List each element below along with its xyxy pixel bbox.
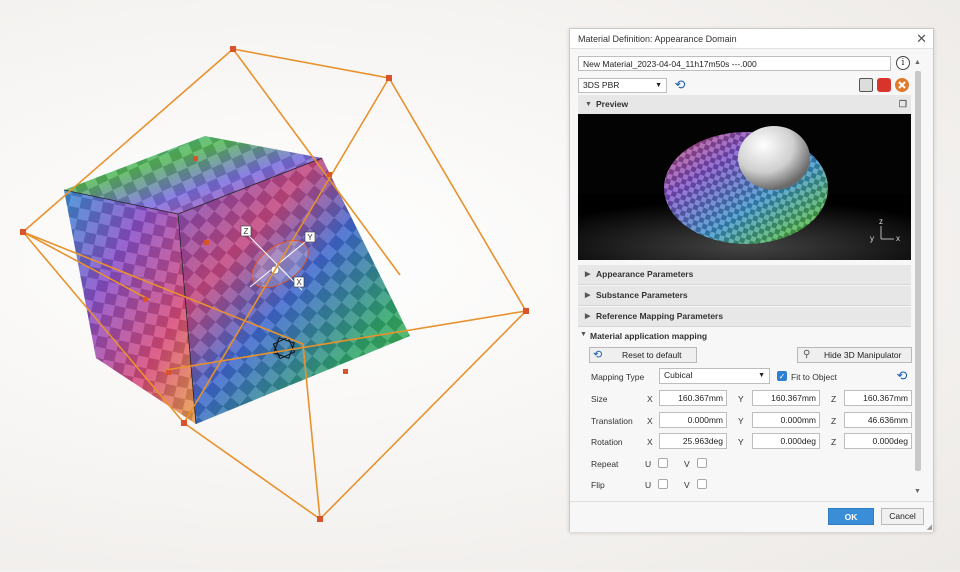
- flip-v-label: V: [684, 480, 690, 490]
- render-settings-icon[interactable]: [859, 78, 873, 92]
- resize-grip-icon[interactable]: ◢: [927, 523, 932, 531]
- size-y-axis: Y: [738, 394, 744, 404]
- section-expand-icon: ▶: [585, 292, 591, 299]
- repeat-u-label: U: [645, 459, 652, 469]
- detach-icon[interactable]: ❐: [899, 95, 907, 114]
- substance-icon[interactable]: [877, 78, 891, 92]
- scroll-thumb[interactable]: [915, 71, 921, 471]
- scroll-down-arrow-icon[interactable]: ▼: [914, 488, 921, 495]
- scroll-up-arrow-icon[interactable]: ▲: [914, 59, 921, 66]
- dialog-title-bar[interactable]: Material Definition: Appearance Domain ✕: [570, 29, 933, 49]
- translation-x-axis: X: [647, 416, 653, 426]
- appearance-parameters-header[interactable]: ▶ Appearance Parameters: [578, 265, 911, 285]
- hide-3d-manipulator-button[interactable]: ⚲ Hide 3D Manipulator: [797, 347, 912, 363]
- size-y-field[interactable]: 160.367mm: [752, 390, 820, 406]
- reset-to-default-label: Reset to default: [622, 350, 682, 360]
- preview-y-axis-label: y: [870, 234, 874, 243]
- section-expand-icon: ▶: [585, 271, 591, 278]
- reference-mapping-header[interactable]: ▶ Reference Mapping Parameters: [578, 307, 911, 327]
- chevron-down-icon: ▼: [758, 372, 765, 379]
- translation-z-field[interactable]: 46.636mm: [844, 412, 912, 428]
- renderer-select-value: 3DS PBR: [583, 80, 620, 90]
- mapping-type-value: Cubical: [664, 370, 693, 380]
- preview-section-header[interactable]: ▼ Preview ❐: [578, 95, 911, 115]
- section-collapse-icon: ▼: [580, 331, 587, 338]
- substance-parameters-label: Substance Parameters: [596, 290, 688, 300]
- dialog-footer: OK Cancel ◢: [570, 501, 933, 532]
- flip-label: Flip: [591, 480, 605, 490]
- reset-to-default-button[interactable]: ⟲ Reset to default: [589, 347, 697, 363]
- rotation-label: Rotation: [591, 437, 623, 447]
- section-collapse-icon: ▼: [585, 101, 592, 108]
- undo-icon[interactable]: ⟲: [895, 369, 909, 383]
- renderer-select[interactable]: 3DS PBR ▼: [578, 78, 667, 93]
- manipulator-x-label: X: [296, 278, 302, 287]
- material-name-field[interactable]: New Material_2023-04-04_11h17m50s ---.00…: [578, 56, 891, 71]
- rotation-y-axis: Y: [738, 437, 744, 447]
- preview-z-axis-label: z: [879, 217, 883, 226]
- appearance-parameters-label: Appearance Parameters: [596, 269, 694, 279]
- fit-to-object-label: Fit to Object: [791, 372, 837, 382]
- size-z-axis: Z: [831, 394, 837, 404]
- flip-u-checkbox[interactable]: [658, 479, 668, 489]
- textured-cube[interactable]: [63, 136, 410, 425]
- reference-mapping-label: Reference Mapping Parameters: [596, 311, 724, 321]
- chevron-down-icon: ▼: [655, 82, 662, 89]
- dialog-title: Material Definition: Appearance Domain: [578, 34, 737, 44]
- cross-icon: [898, 81, 906, 89]
- cancel-button[interactable]: Cancel: [881, 508, 924, 525]
- preview-x-axis-label: x: [896, 234, 900, 243]
- manipulator-y-label: Y: [307, 233, 313, 242]
- repeat-u-checkbox[interactable]: [658, 458, 668, 468]
- section-expand-icon: ▶: [585, 313, 591, 320]
- translation-label: Translation: [591, 416, 633, 426]
- rotation-x-axis: X: [647, 437, 653, 447]
- repeat-label: Repeat: [591, 459, 619, 469]
- size-z-field[interactable]: 160.367mm: [844, 390, 912, 406]
- material-definition-dialog[interactable]: Material Definition: Appearance Domain ✕…: [569, 28, 934, 532]
- translation-y-field[interactable]: 0.000mm: [752, 412, 820, 428]
- manipulator-z-label: Z: [244, 227, 249, 236]
- preview-section-label: Preview: [596, 99, 629, 109]
- rotation-z-axis: Z: [831, 437, 837, 447]
- translation-z-axis: Z: [831, 416, 837, 426]
- translation-y-axis: Y: [738, 416, 744, 426]
- rotation-x-field[interactable]: 25.963deg: [659, 433, 727, 449]
- dialog-scrollbar[interactable]: ▲ ▼: [914, 59, 922, 495]
- repeat-v-checkbox[interactable]: [697, 458, 707, 468]
- rotation-y-field[interactable]: 0.000deg: [752, 433, 820, 449]
- substance-parameters-header[interactable]: ▶ Substance Parameters: [578, 286, 911, 306]
- info-icon[interactable]: i: [896, 56, 910, 70]
- material-preview[interactable]: z y x: [578, 114, 911, 260]
- mapping-type-label: Mapping Type: [591, 372, 645, 382]
- size-x-axis: X: [647, 394, 653, 404]
- undo-icon[interactable]: ⟲: [673, 78, 687, 92]
- application-mapping-label: Material application mapping: [590, 331, 708, 341]
- flip-v-checkbox[interactable]: [697, 479, 707, 489]
- close-icon[interactable]: ✕: [916, 31, 927, 47]
- preview-canvas: z y x: [578, 114, 911, 260]
- delete-icon[interactable]: [895, 78, 909, 92]
- undo-icon: ⟲: [593, 349, 603, 361]
- rotation-z-field[interactable]: 0.000deg: [844, 433, 912, 449]
- hide-3d-manipulator-label: Hide 3D Manipulator: [824, 350, 902, 360]
- ok-button[interactable]: OK: [828, 508, 874, 525]
- 3d-viewport[interactable]: Z Y X: [0, 0, 560, 570]
- size-x-field[interactable]: 160.367mm: [659, 390, 727, 406]
- fit-to-object-checkbox[interactable]: ✓: [777, 371, 787, 381]
- mapping-type-select[interactable]: Cubical ▼: [659, 368, 770, 384]
- application-mapping-header[interactable]: ▼ Material application mapping: [578, 329, 911, 343]
- manipulator-icon: ⚲: [803, 349, 811, 360]
- flip-u-label: U: [645, 480, 652, 490]
- repeat-v-label: V: [684, 459, 690, 469]
- translation-x-field[interactable]: 0.000mm: [659, 412, 727, 428]
- viewport-canvas[interactable]: Z Y X: [0, 0, 560, 570]
- size-label: Size: [591, 394, 608, 404]
